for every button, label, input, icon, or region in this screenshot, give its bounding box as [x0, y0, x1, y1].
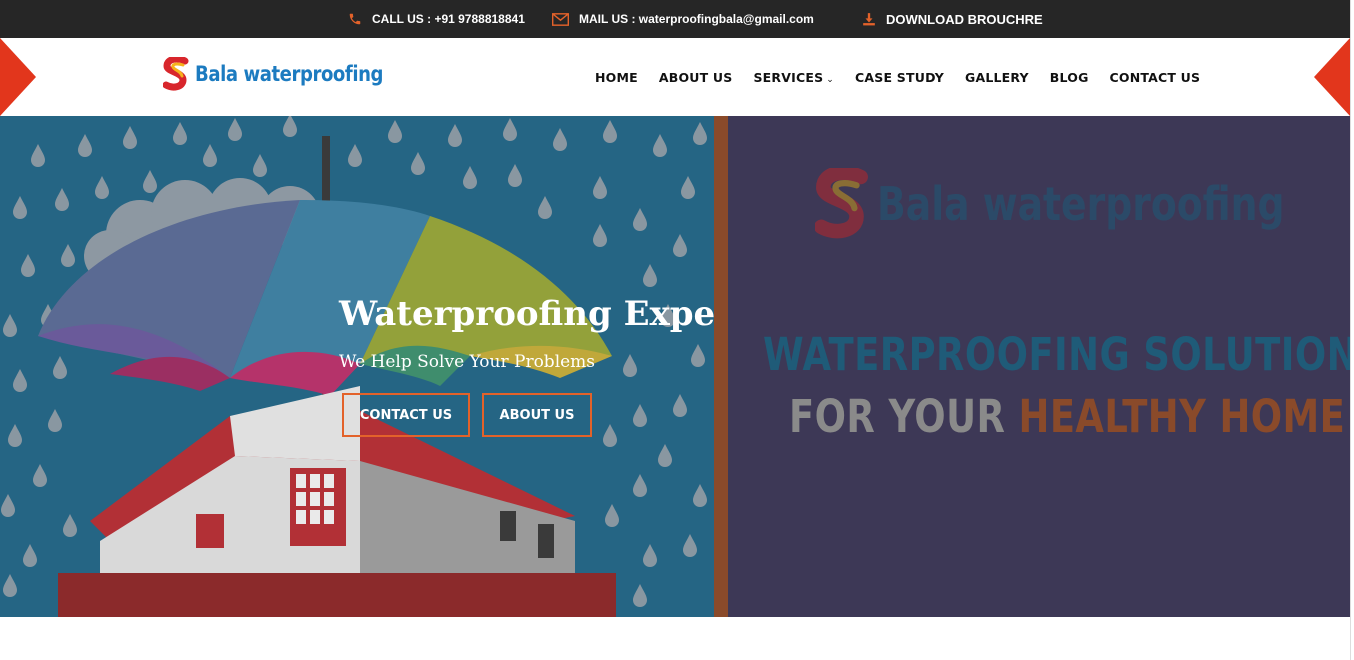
hero-title: Waterproofing Expert: [339, 294, 749, 334]
banner-brand-logo: Bala waterproofing: [815, 168, 1350, 240]
chevron-down-icon: ⌄: [826, 74, 835, 85]
mail-us-text: MAIL US : waterproofingbala@gmail.com: [579, 12, 814, 26]
envelope-icon: [552, 12, 569, 26]
nav-services-label: SERVICES: [753, 69, 824, 85]
nav-services[interactable]: SERVICES ⌄: [753, 70, 834, 85]
banner-headline-line2-b: HEALTHY HOME: [1018, 390, 1346, 443]
download-brochure-text: DOWNLOAD BROUCHRE: [886, 11, 1043, 27]
phone-icon: [349, 13, 361, 25]
banner-headline-line2: FOR YOUR HEALTHY HOME: [789, 390, 1345, 443]
call-us-link[interactable]: CALL US : +91 9788818841: [348, 0, 525, 38]
nav-about-us[interactable]: ABOUT US: [659, 70, 733, 85]
banner-brand-name: Bala waterproofing: [877, 177, 1285, 231]
bala-s-logo-icon: [163, 57, 189, 91]
mail-us-link[interactable]: MAIL US : waterproofingbala@gmail.com: [552, 0, 814, 38]
hero-contact-button[interactable]: CONTACT US: [342, 393, 470, 437]
slide-divider: [714, 116, 728, 617]
top-contact-bar: CALL US : +91 9788818841 MAIL US : water…: [0, 0, 1350, 38]
download-icon: [863, 13, 875, 26]
slider-prev-arrow-icon[interactable]: [0, 38, 36, 116]
hero-about-button[interactable]: ABOUT US: [482, 393, 592, 437]
main-navigation: HOME ABOUT US SERVICES ⌄ CASE STUDY GALLE…: [595, 38, 1200, 116]
hero-subtitle: We Help Solve Your Problems: [339, 352, 596, 372]
site-header: Bala waterproofing HOME ABOUT US SERVICE…: [0, 38, 1350, 116]
hero-illustration-panel: Waterproofing Expert We Help Solve Your …: [0, 116, 749, 617]
call-us-text: CALL US : +91 9788818841: [372, 12, 525, 26]
slider-next-arrow-icon[interactable]: [1314, 38, 1350, 116]
site-logo[interactable]: Bala waterproofing: [163, 57, 414, 91]
nav-case-study[interactable]: CASE STUDY: [855, 70, 944, 85]
hero-slider: Waterproofing Expert We Help Solve Your …: [0, 116, 1350, 617]
nav-blog[interactable]: BLOG: [1050, 70, 1089, 85]
banner-headline-line1: WATERPROOFING SOLUTIONS: [763, 328, 1350, 381]
nav-home[interactable]: HOME: [595, 70, 638, 85]
bala-s-logo-icon: [815, 168, 868, 239]
nav-contact-us[interactable]: CONTACT US: [1110, 70, 1201, 85]
download-brochure-link[interactable]: DOWNLOAD BROUCHRE: [862, 0, 1043, 38]
brand-name: Bala waterproofing: [195, 62, 384, 86]
nav-gallery[interactable]: GALLERY: [965, 70, 1029, 85]
banner-headline-line2-a: FOR YOUR: [789, 390, 1019, 443]
page-scrollbar[interactable]: [1350, 0, 1354, 660]
